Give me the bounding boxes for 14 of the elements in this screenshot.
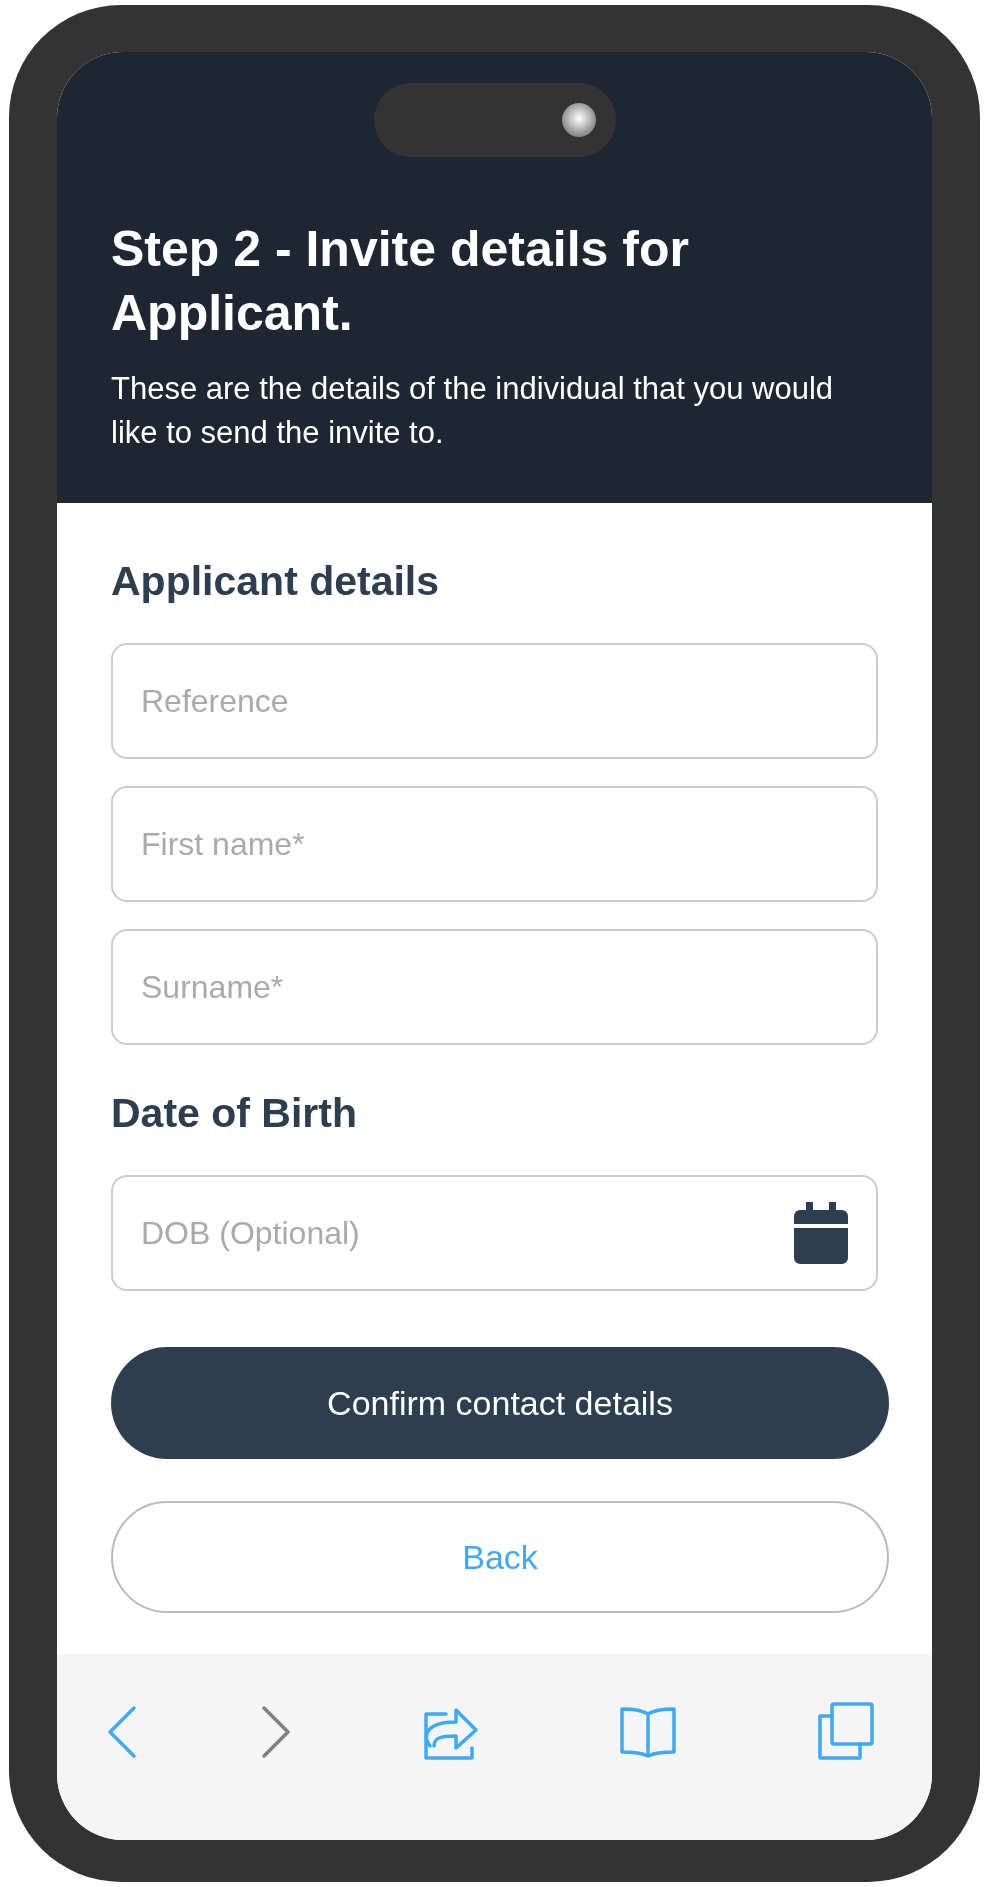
back-icon (107, 1705, 137, 1759)
calendar-icon (794, 1202, 848, 1264)
page-subtitle: These are the details of the individual that you would like to send the invite to. (111, 370, 835, 452)
input-field[interactable]: Reference (111, 643, 878, 759)
confirm-button[interactable]: Confirm contact details (111, 1347, 889, 1459)
input-field[interactable]: First name* (111, 786, 878, 902)
forward-icon (261, 1705, 292, 1759)
toolbar-button[interactable] (107, 1705, 137, 1759)
page-title: Step 2 - Invite details for Applicant. (111, 220, 690, 343)
date-field[interactable]: DOB (Optional) (111, 1175, 878, 1291)
section-heading: Applicant details (111, 557, 441, 606)
camera-lens-icon (561, 103, 596, 137)
input-field[interactable]: Surname* (111, 929, 878, 1045)
section-heading: Date of Birth (111, 1089, 358, 1138)
